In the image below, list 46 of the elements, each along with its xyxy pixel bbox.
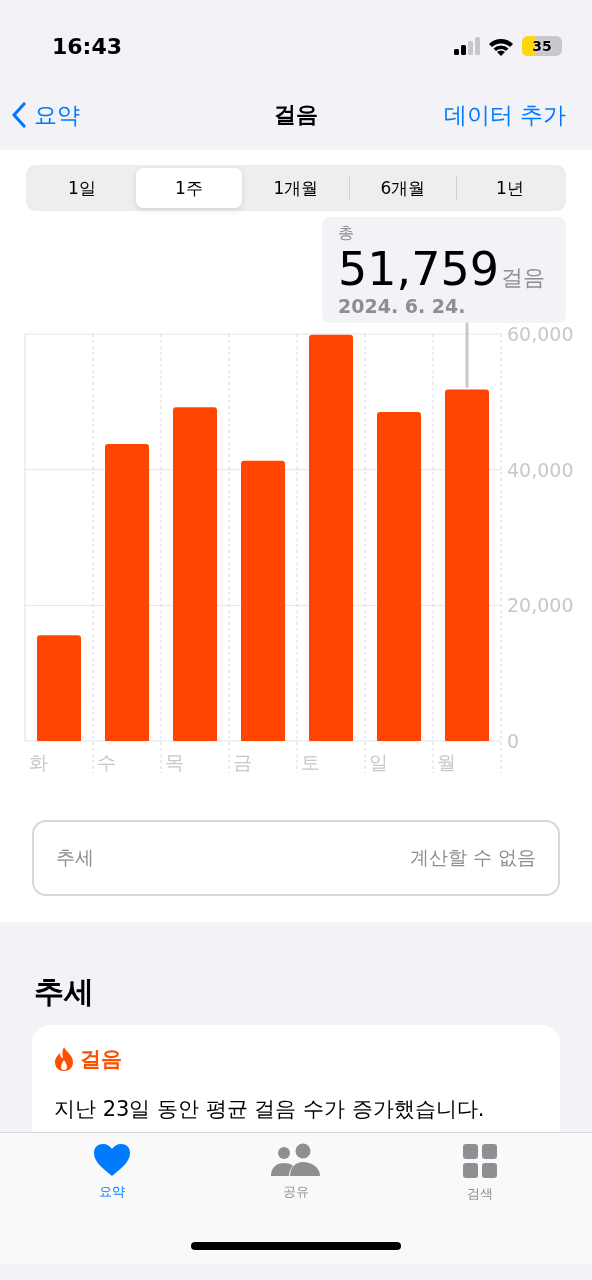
trend-card[interactable]: 걸음 지난 23일 동안 평균 걸음 수가 증가했습니다. bbox=[32, 1024, 560, 1132]
bar[interactable] bbox=[37, 634, 81, 741]
bar[interactable] bbox=[445, 389, 489, 741]
x-tick-label: 토 bbox=[301, 750, 320, 773]
tab-bar-item[interactable]: 요약 bbox=[52, 1142, 172, 1203]
x-tick-label: 월 bbox=[437, 750, 456, 773]
y-tick-label: 20,000 bbox=[507, 593, 574, 616]
leader-line bbox=[465, 322, 469, 388]
segment-tab[interactable]: 1일 bbox=[29, 168, 135, 208]
trend-value: 계산할 수 없음 bbox=[409, 844, 536, 870]
status-time: 16:43 bbox=[52, 33, 123, 59]
bar[interactable] bbox=[309, 334, 353, 741]
y-tick-label: 60,000 bbox=[507, 322, 574, 345]
chevron-icon bbox=[12, 102, 26, 128]
segment-tab[interactable]: 6개월 bbox=[350, 168, 456, 208]
add-data-button[interactable]: 데이터 추가 bbox=[443, 99, 566, 131]
x-tick-label: 수 bbox=[97, 750, 116, 773]
bar[interactable] bbox=[377, 411, 421, 741]
back-button[interactable]: 요약 bbox=[12, 99, 80, 131]
segment-tab[interactable]: 1주 bbox=[136, 168, 242, 208]
heart-icon bbox=[93, 1142, 131, 1177]
grid-icon bbox=[462, 1142, 498, 1179]
trend-label: 추세 bbox=[56, 844, 94, 870]
people-icon bbox=[270, 1142, 322, 1177]
x-tick-label: 목 bbox=[165, 750, 184, 773]
card-category: 걸음 bbox=[80, 1045, 122, 1073]
y-tick-label: 40,000 bbox=[507, 458, 574, 481]
segment-tab[interactable]: 1년 bbox=[457, 168, 563, 208]
x-tick-label: 일 bbox=[369, 750, 388, 773]
section-heading: 추세 bbox=[34, 972, 94, 1011]
tooltip-unit: 걸음 bbox=[500, 264, 545, 292]
signal-icon bbox=[454, 37, 480, 55]
tooltip-date: 2024. 6. 24. bbox=[338, 294, 466, 317]
bar[interactable] bbox=[105, 443, 149, 741]
x-tick-label: 금 bbox=[233, 750, 252, 773]
tooltip-value: 51,759 bbox=[338, 244, 499, 295]
tooltip-label: 총 bbox=[338, 223, 354, 244]
x-tick-label: 화 bbox=[29, 750, 48, 773]
y-tick-label: 0 bbox=[507, 729, 520, 752]
flame-icon bbox=[54, 1045, 74, 1072]
wifi-icon bbox=[488, 36, 514, 56]
card-text: 지난 23일 동안 평균 걸음 수가 증가했습니다. bbox=[54, 1095, 486, 1123]
nav-title: 걸음 bbox=[274, 102, 318, 127]
bar[interactable] bbox=[173, 406, 217, 741]
segment-tab[interactable]: 1개월 bbox=[243, 168, 349, 208]
bar[interactable] bbox=[241, 460, 285, 741]
